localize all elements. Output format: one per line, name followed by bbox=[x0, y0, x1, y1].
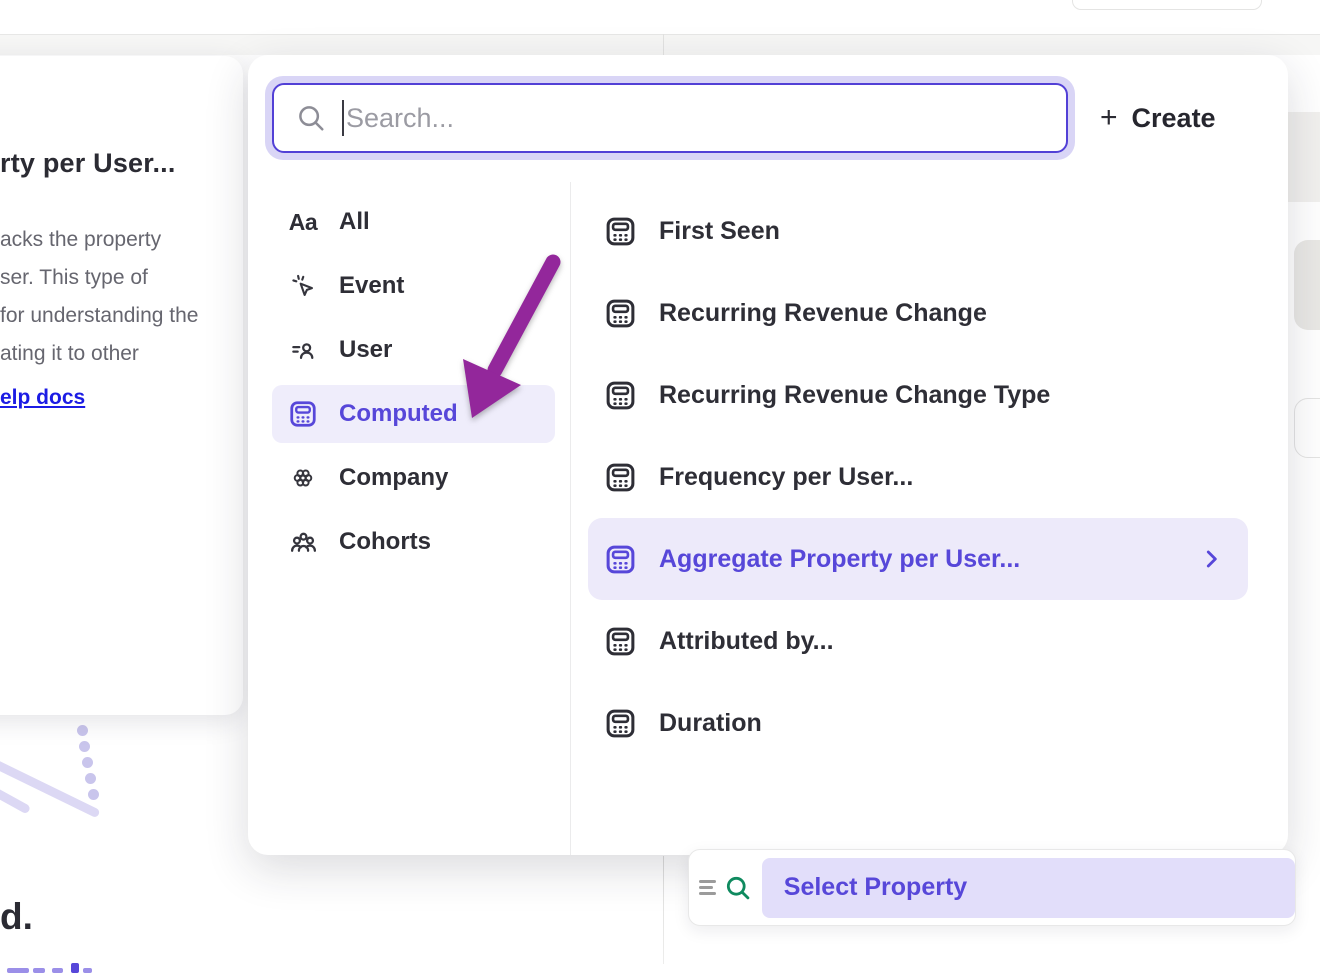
text-aa-icon: Aa bbox=[286, 209, 320, 236]
tooltip-body-line: for understanding the bbox=[0, 304, 198, 328]
property-item-frequency-per-user[interactable]: Frequency per User... bbox=[588, 436, 1248, 518]
search-focus-halo bbox=[265, 76, 1075, 160]
category-all[interactable]: Aa All bbox=[272, 193, 555, 251]
decorative-dot bbox=[77, 725, 88, 736]
chevron-right-icon bbox=[1198, 546, 1224, 572]
decorative-dot bbox=[85, 773, 96, 784]
help-docs-link[interactable]: elp docs bbox=[0, 386, 85, 410]
select-property-button[interactable]: Select Property bbox=[762, 858, 1295, 918]
tooltip-title: rty per User... bbox=[0, 148, 176, 179]
category-label: Computed bbox=[339, 400, 458, 428]
clipped-link-fragment bbox=[33, 968, 45, 973]
text-cursor bbox=[342, 100, 344, 136]
calculator-icon bbox=[604, 297, 637, 330]
search-icon bbox=[296, 103, 326, 133]
tooltip-body-line: ser. This type of bbox=[0, 266, 148, 290]
property-item-label: Recurring Revenue Change Type bbox=[659, 381, 1050, 410]
calculator-icon bbox=[286, 399, 320, 429]
cursor-click-icon bbox=[286, 273, 320, 300]
calculator-icon bbox=[604, 625, 637, 658]
calculator-icon bbox=[604, 379, 637, 412]
property-item-label: Aggregate Property per User... bbox=[659, 545, 1020, 574]
clipped-right-card-corner bbox=[1294, 398, 1320, 458]
clipped-right-chip bbox=[1294, 240, 1320, 330]
clipped-link-fragment bbox=[7, 968, 29, 973]
tooltip-body-line: ating it to other bbox=[0, 342, 139, 366]
category-event[interactable]: Event bbox=[272, 257, 555, 315]
search-input[interactable] bbox=[346, 103, 1066, 134]
clipped-heading-fragment: d. bbox=[0, 896, 33, 938]
calculator-icon bbox=[604, 215, 637, 248]
clipped-right-panel bbox=[1288, 112, 1320, 202]
property-tooltip-card: rty per User... acks the property ser. T… bbox=[0, 56, 243, 715]
clipped-link-fragment bbox=[83, 968, 92, 973]
plus-icon: + bbox=[1100, 103, 1118, 133]
select-property-label: Select Property bbox=[784, 873, 967, 902]
category-label: Cohorts bbox=[339, 528, 431, 556]
clipped-link-fragment bbox=[71, 963, 79, 973]
property-item-label: Frequency per User... bbox=[659, 463, 913, 492]
picker-column-divider bbox=[570, 182, 571, 855]
category-user[interactable]: User bbox=[272, 321, 555, 379]
category-cohorts[interactable]: Cohorts bbox=[272, 513, 555, 571]
category-company[interactable]: Company bbox=[272, 449, 555, 507]
create-button-label: Create bbox=[1132, 103, 1216, 134]
page-vertical-divider-top bbox=[663, 34, 664, 56]
property-item-recurring-revenue-change[interactable]: Recurring Revenue Change bbox=[588, 272, 1248, 354]
property-item-label: First Seen bbox=[659, 217, 780, 246]
cohorts-people-icon bbox=[286, 528, 320, 557]
property-item-aggregate-property-per-user[interactable]: Aggregate Property per User... bbox=[588, 518, 1248, 600]
tooltip-body-line: acks the property bbox=[0, 228, 161, 252]
property-picker-modal: + Create Aa All Event bbox=[248, 55, 1288, 855]
user-list-icon bbox=[286, 337, 320, 364]
category-computed[interactable]: Computed bbox=[272, 385, 555, 443]
category-label: All bbox=[339, 208, 370, 236]
property-search-icon bbox=[724, 874, 752, 902]
calculator-icon bbox=[604, 543, 637, 576]
company-cluster-icon bbox=[286, 464, 320, 492]
clipped-link-fragment bbox=[52, 968, 63, 973]
calculator-icon bbox=[604, 461, 637, 494]
decorative-line bbox=[0, 780, 31, 815]
screen: rty per User... acks the property ser. T… bbox=[0, 0, 1320, 974]
page-vertical-divider-bottom bbox=[663, 856, 664, 964]
property-item-label: Recurring Revenue Change bbox=[659, 299, 987, 328]
clipped-top-button[interactable] bbox=[1072, 0, 1262, 10]
calculator-icon bbox=[604, 707, 637, 740]
category-label: User bbox=[339, 336, 392, 364]
property-item-label: Duration bbox=[659, 709, 762, 738]
page-header-band bbox=[0, 34, 1320, 55]
property-item-attributed-by[interactable]: Attributed by... bbox=[588, 600, 1248, 682]
category-label: Event bbox=[339, 272, 404, 300]
decorative-dot bbox=[88, 789, 99, 800]
property-item-first-seen[interactable]: First Seen bbox=[588, 190, 1248, 272]
property-item-recurring-revenue-change-type[interactable]: Recurring Revenue Change Type bbox=[588, 354, 1248, 436]
create-button[interactable]: + Create bbox=[1100, 93, 1216, 143]
search-box[interactable] bbox=[272, 83, 1068, 153]
drag-handle-icon[interactable] bbox=[699, 877, 716, 899]
decorative-dot bbox=[79, 741, 90, 752]
property-item-duration[interactable]: Duration bbox=[588, 682, 1248, 764]
property-item-label: Attributed by... bbox=[659, 627, 834, 656]
decorative-dot bbox=[82, 757, 93, 768]
category-label: Company bbox=[339, 464, 448, 492]
property-selector-card: Select Property bbox=[688, 849, 1296, 926]
